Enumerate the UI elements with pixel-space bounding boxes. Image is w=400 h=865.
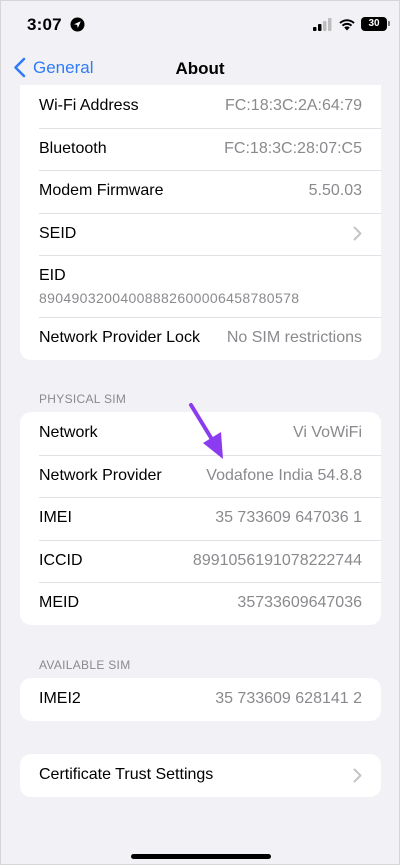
row-label: Network (39, 424, 98, 442)
device-info-group: Wi-Fi Address FC:18:3C:2A:64:79 Bluetoot… (20, 85, 381, 360)
row-value: 89049032004008882600006458780578 (39, 289, 300, 306)
imei-row[interactable]: IMEI 35 733609 647036 1 (20, 497, 381, 540)
row-value: 35 733609 647036 1 (215, 509, 362, 527)
row-value: 35 733609 628141 2 (215, 690, 362, 708)
signal-icon (313, 18, 332, 31)
row-label: IMEI2 (39, 690, 81, 708)
available-sim-group: IMEI2 35 733609 628141 2 (20, 678, 381, 721)
status-time: 3:07 (27, 15, 62, 34)
bluetooth-row[interactable]: Bluetooth FC:18:3C:28:07:C5 (20, 127, 381, 171)
network-provider-lock-row[interactable]: Network Provider Lock No SIM restriction… (20, 317, 381, 360)
row-label: Modem Firmware (39, 182, 164, 200)
row-value: FC:18:3C:28:07:C5 (224, 139, 362, 157)
row-value: Vi VoWiFi (292, 424, 362, 442)
chevron-right-icon (353, 768, 362, 783)
iccid-row[interactable]: ICCID 8991056191078222744 (20, 539, 381, 583)
home-indicator (131, 854, 271, 859)
wifi-address-row[interactable]: Wi-Fi Address FC:18:3C:2A:64:79 (20, 85, 381, 128)
row-label: Network Provider (39, 466, 162, 484)
row-value: No SIM restrictions (226, 329, 362, 347)
certificate-trust-settings-row[interactable]: Certificate Trust Settings (20, 754, 381, 797)
status-bar: 3:07 30 (1, 1, 399, 49)
row-label: Certificate Trust Settings (39, 766, 214, 784)
row-label: Wi-Fi Address (39, 97, 139, 115)
row-label: EID (39, 266, 66, 284)
row-label: Network Provider Lock (39, 329, 200, 347)
battery-icon: 30 (361, 17, 387, 31)
navigation-bar: General About (1, 49, 399, 89)
row-value: 5.50.03 (308, 182, 362, 200)
wifi-icon (339, 19, 355, 31)
meid-row[interactable]: MEID 35733609647036 (20, 582, 381, 625)
row-label: SEID (39, 224, 77, 242)
row-value: 35733609647036 (237, 594, 362, 612)
battery-tip (388, 21, 390, 26)
row-label: Bluetooth (39, 139, 107, 157)
chevron-right-icon (353, 226, 362, 241)
row-value: Vodafone India 54.8.8 (206, 466, 362, 484)
modem-firmware-row[interactable]: Modem Firmware 5.50.03 (20, 170, 381, 213)
seid-row[interactable]: SEID (20, 212, 381, 256)
location-icon (70, 17, 85, 32)
row-label: MEID (39, 594, 79, 612)
eid-row[interactable]: EID 89049032004008882600006458780578 (20, 255, 381, 317)
page-title: About (175, 59, 225, 78)
row-value: FC:18:3C:2A:64:79 (225, 97, 362, 115)
certificates-group: Certificate Trust Settings (20, 754, 381, 797)
row-label: IMEI (39, 509, 72, 527)
imei2-row[interactable]: IMEI2 35 733609 628141 2 (20, 678, 381, 721)
row-label: ICCID (39, 551, 83, 569)
section-header-available-sim: AVAILABLE SIM (39, 658, 131, 672)
annotation-arrow (189, 403, 223, 459)
section-header-physical-sim: PHYSICAL SIM (39, 392, 127, 406)
row-value: 8991056191078222744 (192, 551, 362, 569)
